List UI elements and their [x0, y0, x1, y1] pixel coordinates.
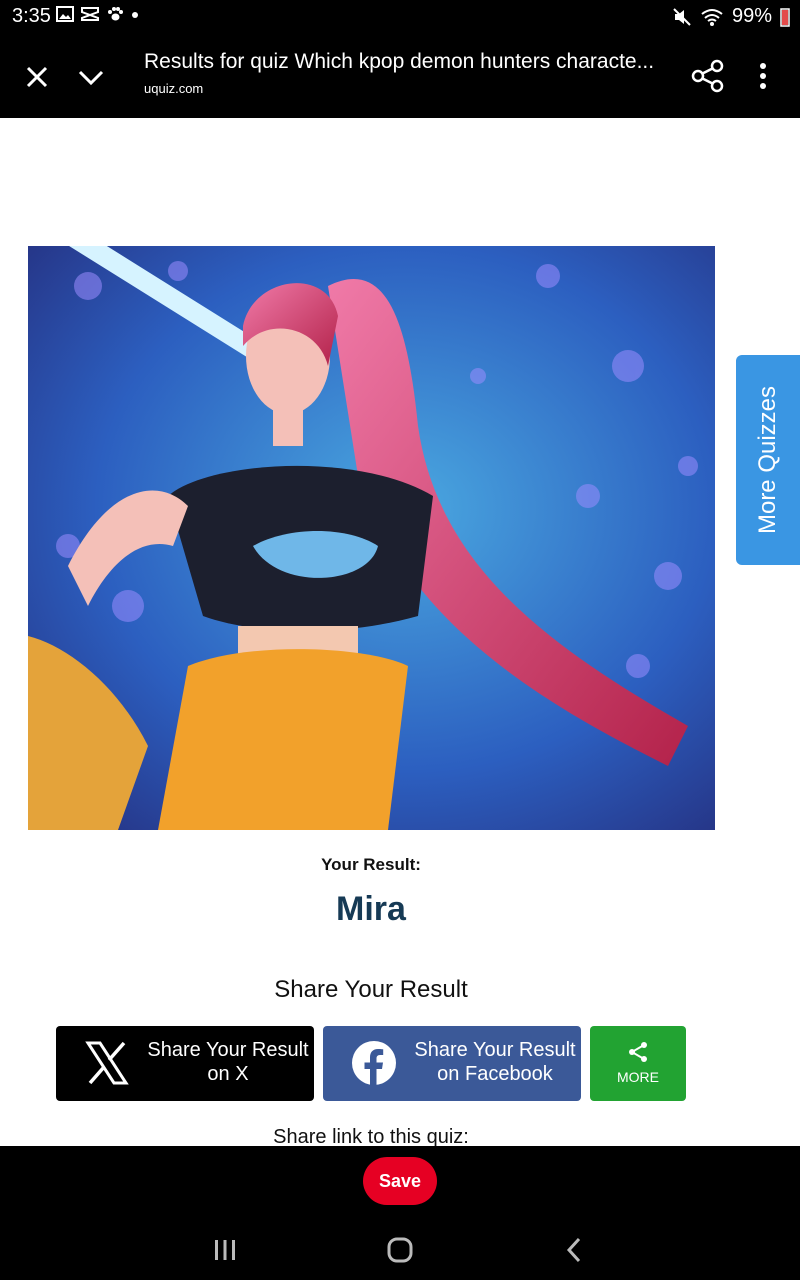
browser-toolbar: Results for quiz Which kpop demon hunter…	[0, 36, 800, 118]
battery-percent: 99%	[731, 5, 772, 27]
facebook-logo-icon	[352, 1041, 396, 1086]
share-on-x-label: Share Your Result on X	[142, 1038, 314, 1086]
wifi-icon	[701, 8, 723, 26]
share-on-facebook-line2: on Facebook	[437, 1063, 553, 1085]
more-quizzes-label: More Quizzes	[754, 385, 781, 535]
share-icon	[629, 1042, 647, 1062]
more-vertical-icon[interactable]	[748, 60, 778, 92]
image-icon	[56, 6, 74, 22]
system-icons: 99%	[672, 5, 790, 28]
share-on-x-line1: Share Your Result	[147, 1039, 309, 1061]
back-icon[interactable]	[564, 1236, 584, 1264]
recents-icon[interactable]	[212, 1238, 238, 1262]
status-time: 3:35	[12, 5, 51, 27]
mute-icon	[673, 7, 691, 26]
share-on-facebook-button[interactable]: Share Your Result on Facebook	[323, 1026, 581, 1101]
page-content: More Quizzes Your Result: Mira Share You…	[0, 118, 800, 1146]
share-more-button[interactable]: MORE	[590, 1026, 686, 1101]
share-icon[interactable]	[690, 58, 726, 94]
capcut-icon	[81, 7, 99, 21]
share-more-label: MORE	[617, 1069, 659, 1085]
paw-icon	[108, 7, 123, 21]
bottom-bar: Save	[0, 1146, 800, 1280]
result-label: Your Result:	[321, 855, 421, 874]
status-bar: 3:35 99%	[0, 0, 800, 36]
dot-icon	[132, 12, 138, 18]
battery-icon	[780, 7, 790, 27]
x-logo-icon	[85, 1041, 129, 1085]
result-name: Mira	[336, 890, 406, 928]
share-link-label: Share link to this quiz:	[273, 1126, 469, 1146]
notification-icons	[56, 6, 140, 22]
page-url: uquiz.com	[144, 81, 204, 96]
home-icon[interactable]	[386, 1236, 414, 1264]
share-on-facebook-line1: Share Your Result	[414, 1039, 576, 1061]
page-title: Results for quiz Which kpop demon hunter…	[144, 50, 655, 73]
share-heading: Share Your Result	[274, 976, 468, 1003]
share-on-x-button[interactable]: Share Your Result on X	[56, 1026, 314, 1101]
close-icon[interactable]	[22, 62, 52, 92]
share-on-facebook-label: Share Your Result on Facebook	[409, 1038, 581, 1086]
chevron-down-icon[interactable]	[76, 62, 106, 92]
save-button[interactable]: Save	[363, 1157, 437, 1205]
result-character-image	[28, 246, 715, 830]
more-quizzes-tab[interactable]: More Quizzes	[736, 355, 800, 565]
share-on-x-line2: on X	[207, 1063, 249, 1085]
